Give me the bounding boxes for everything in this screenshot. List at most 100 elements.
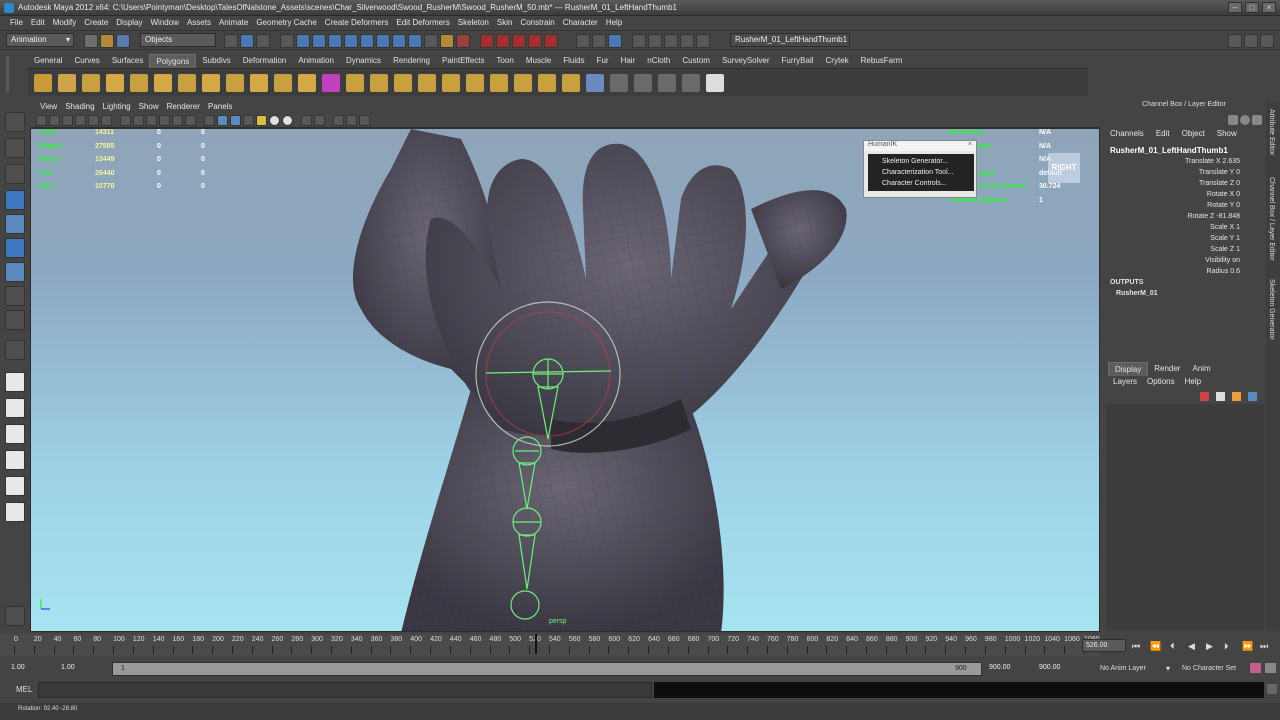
pin-icon[interactable]	[1228, 115, 1238, 125]
new-scene-icon[interactable]	[84, 34, 98, 48]
menu-character[interactable]: Character	[559, 16, 602, 29]
camera-icon[interactable]	[544, 34, 558, 48]
extrude-icon[interactable]	[466, 74, 484, 92]
xray-joints-icon[interactable]	[282, 115, 293, 126]
menu-create-deformers[interactable]: Create Deformers	[321, 16, 393, 29]
input-ops-icon[interactable]	[376, 34, 390, 48]
select-by-hierarchy-icon[interactable]	[224, 34, 238, 48]
paint-select-tool-icon[interactable]	[5, 164, 25, 184]
chevron-down-icon[interactable]: ▾	[1166, 664, 1170, 673]
hypershade-icon[interactable]	[496, 34, 510, 48]
absolute-transform-icon[interactable]	[576, 34, 590, 48]
high-quality-icon[interactable]	[333, 115, 344, 126]
menu-window[interactable]: Window	[147, 16, 183, 29]
xray-components-icon[interactable]	[314, 115, 325, 126]
poly-prism-icon[interactable]	[178, 74, 196, 92]
snap-curve-icon[interactable]	[296, 34, 310, 48]
shelf-tab-rendering[interactable]: Rendering	[387, 54, 436, 68]
attr-visibility[interactable]: Visibility on	[1104, 257, 1240, 264]
command-language-label[interactable]: MEL	[16, 685, 32, 694]
safe-action-icon[interactable]	[159, 115, 170, 126]
menu-file[interactable]: File	[6, 16, 27, 29]
snap-grid-icon[interactable]	[280, 34, 294, 48]
bridge-icon[interactable]	[490, 74, 508, 92]
toggle-tool-settings-icon[interactable]	[1244, 34, 1258, 48]
menu-assets[interactable]: Assets	[183, 16, 215, 29]
last-tool-icon[interactable]	[5, 340, 25, 360]
mirror-icon[interactable]	[442, 74, 460, 92]
attr-rotate-y[interactable]: Rotate Y 0	[1104, 202, 1240, 209]
render-view-icon[interactable]	[424, 34, 438, 48]
time-slider[interactable]: 0 20 40 60 80 100 120 140 160 180 200 220 240 260 280 3…	[0, 634, 1100, 656]
show-manipulator-icon[interactable]	[5, 310, 25, 330]
attr-rotate-z[interactable]: Rotate Z -81.848	[1104, 213, 1240, 220]
separate-icon[interactable]	[346, 74, 364, 92]
layer-tab-anim[interactable]: Anim	[1186, 362, 1216, 376]
resolution-gate-icon[interactable]	[120, 115, 131, 126]
persp-graph-layout-icon[interactable]	[5, 450, 25, 470]
cylindrical-mapping-icon[interactable]	[658, 74, 676, 92]
spherical-mapping-icon[interactable]	[682, 74, 700, 92]
output-ops-icon[interactable]	[392, 34, 406, 48]
menu-display[interactable]: Display	[112, 16, 146, 29]
preferences-icon[interactable]	[1265, 663, 1276, 673]
playback-end-field[interactable]: 900.00	[986, 662, 1032, 675]
channel-box-menu-edit[interactable]: Edit	[1150, 129, 1176, 138]
layer-list[interactable]	[1106, 404, 1264, 630]
camera-attributes-icon[interactable]	[49, 115, 60, 126]
single-perspective-layout-icon[interactable]	[5, 372, 25, 392]
shelf-tab-animation[interactable]: Animation	[292, 54, 340, 68]
isolate-select-icon[interactable]	[301, 115, 312, 126]
planar-mapping-icon[interactable]	[634, 74, 652, 92]
help-icon[interactable]	[1240, 115, 1250, 125]
menu-skin[interactable]: Skin	[493, 16, 517, 29]
select-by-component-icon[interactable]	[256, 34, 270, 48]
maximize-button[interactable]: □	[1245, 2, 1259, 13]
shelf-tab-surfaces[interactable]: Surfaces	[106, 54, 150, 68]
poly-cube-icon[interactable]	[58, 74, 76, 92]
four-view-layout-icon[interactable]	[5, 398, 25, 418]
gate-mask-icon[interactable]	[133, 115, 144, 126]
shelf-tab-general[interactable]: General	[28, 54, 68, 68]
perspective-viewport[interactable]: Verts: 14311 0 0 Edges: 27585 0 0 Faces: 13449 0…	[30, 128, 1100, 632]
menu-skeleton[interactable]: Skeleton	[454, 16, 493, 29]
attr-radius[interactable]: Radius 0.6	[1104, 268, 1240, 275]
attr-scale-z[interactable]: Scale Z 1	[1104, 246, 1240, 253]
viewport-render-icon[interactable]	[696, 34, 710, 48]
snap-plane-icon[interactable]	[328, 34, 342, 48]
minimize-button[interactable]: –	[1228, 2, 1242, 13]
close-button[interactable]: ×	[1262, 2, 1276, 13]
poly-plane-icon[interactable]	[130, 74, 148, 92]
menu-edit-deformers[interactable]: Edit Deformers	[392, 16, 453, 29]
toggle-attribute-editor-icon[interactable]	[1228, 34, 1242, 48]
command-input[interactable]	[38, 682, 652, 698]
humanik-skeleton-generator[interactable]: Skeleton Generator...	[868, 156, 974, 167]
xray-icon[interactable]	[269, 115, 280, 126]
layer-tab-render[interactable]: Render	[1148, 362, 1186, 376]
select-camera-icon[interactable]	[36, 115, 47, 126]
shelf-tab-fur[interactable]: Fur	[591, 54, 615, 68]
select-tool-icon[interactable]	[5, 112, 25, 132]
current-frame-field[interactable]: 526.00	[1082, 639, 1126, 652]
shelf-tab-toon[interactable]: Toon	[491, 54, 520, 68]
universal-manipulator-icon[interactable]	[5, 262, 25, 282]
soft-modification-icon[interactable]	[5, 286, 25, 306]
toggle-channel-box-icon[interactable]	[1260, 34, 1274, 48]
shelf-tab-fluids[interactable]: Fluids	[557, 54, 590, 68]
poly-cylinder-icon[interactable]	[82, 74, 100, 92]
humanik-character-controls[interactable]: Character Controls...	[868, 178, 974, 189]
menu-modify[interactable]: Modify	[49, 16, 81, 29]
menu-edit[interactable]: Edit	[27, 16, 49, 29]
attr-scale-x[interactable]: Scale X 1	[1104, 224, 1240, 231]
animation-start-field[interactable]: 1.00	[8, 662, 58, 675]
layer-tab-display[interactable]: Display	[1108, 362, 1149, 376]
menu-animate[interactable]: Animate	[215, 16, 252, 29]
viewport-menu-shading[interactable]: Shading	[61, 101, 98, 114]
channel-box-menu-channels[interactable]: Channels	[1104, 129, 1150, 138]
render-current-icon[interactable]	[440, 34, 454, 48]
wireframe-icon[interactable]	[185, 115, 196, 126]
attr-rotate-x[interactable]: Rotate X 0	[1104, 191, 1240, 198]
shelf-tab-painteffects[interactable]: PaintEffects	[436, 54, 491, 68]
outputs-node[interactable]: RusherM_01	[1116, 290, 1158, 297]
selected-object-field[interactable]: RusherM_01_LeftHandThumb1	[730, 33, 850, 47]
